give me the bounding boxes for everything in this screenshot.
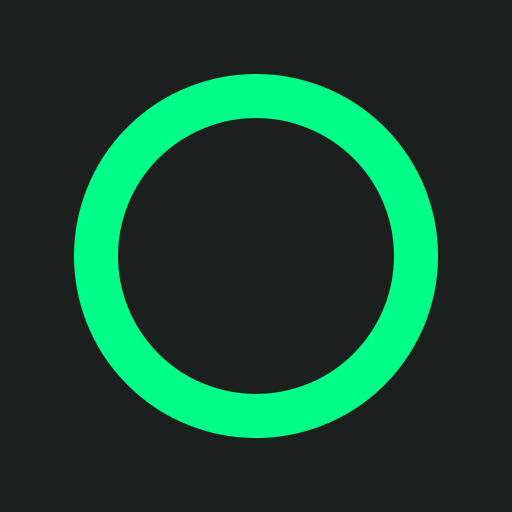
- icon-canvas: [0, 0, 512, 512]
- ring-stroke: [74, 74, 438, 438]
- circle-outline-icon: [74, 74, 438, 438]
